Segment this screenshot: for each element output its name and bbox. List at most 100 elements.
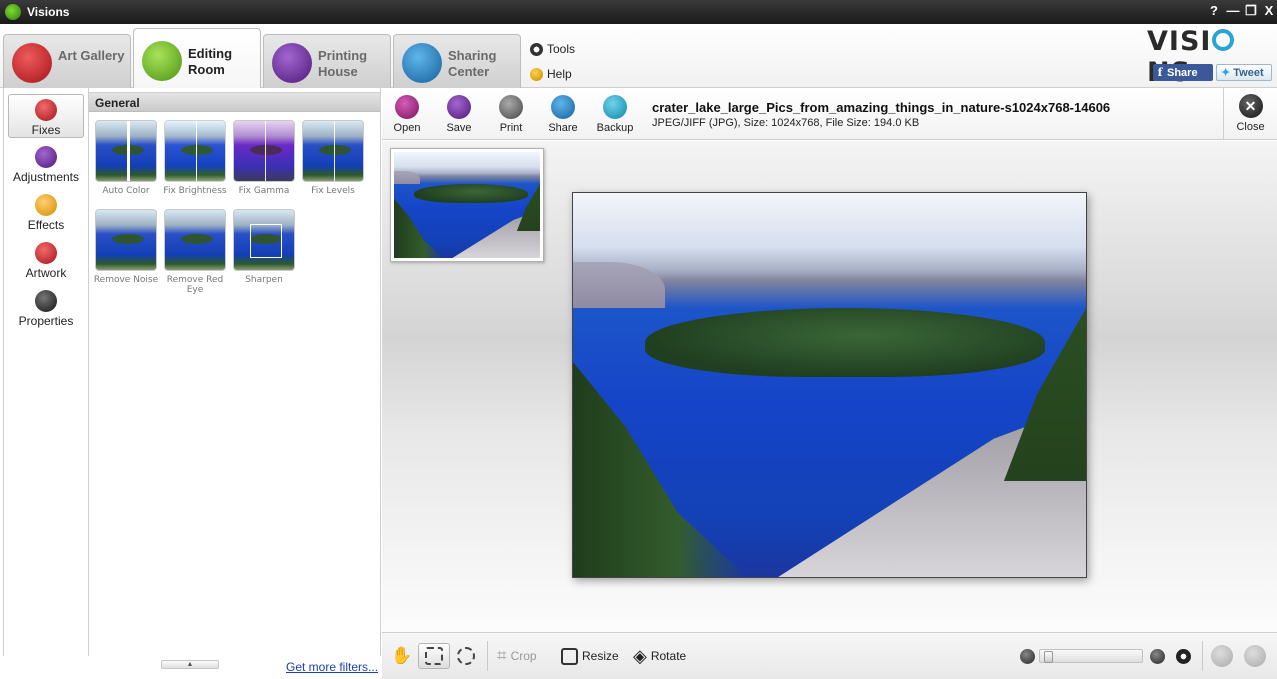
filter-thumbnail bbox=[95, 120, 157, 182]
zoom-slider-thumb[interactable] bbox=[1044, 651, 1053, 663]
save-icon bbox=[447, 95, 471, 119]
nav-adjustments[interactable]: Adjustments bbox=[8, 142, 84, 186]
filter-fix-levels[interactable]: Fix Levels bbox=[300, 120, 366, 196]
rect-select-icon bbox=[425, 647, 443, 665]
close-image-button[interactable]: ✕ Close bbox=[1223, 88, 1277, 140]
tab-sharing-center[interactable]: Sharing Center bbox=[393, 34, 521, 88]
share-icon bbox=[551, 95, 575, 119]
tweet-label: Tweet bbox=[1233, 67, 1264, 79]
fit-icon bbox=[1176, 648, 1191, 664]
undo-icon bbox=[1211, 645, 1233, 667]
share-label: Share bbox=[1167, 67, 1198, 79]
minimize-button[interactable]: — bbox=[1225, 3, 1241, 19]
filter-remove-red-eye[interactable]: Remove Red Eye bbox=[162, 209, 228, 295]
facebook-share-button[interactable]: f Share bbox=[1153, 64, 1213, 81]
tab-editing-room[interactable]: Editing Room bbox=[133, 28, 261, 89]
print-button[interactable]: Print bbox=[486, 95, 536, 134]
zoom-in-button[interactable] bbox=[1150, 643, 1165, 669]
print-label: Print bbox=[499, 122, 523, 134]
filter-thumbnail bbox=[233, 120, 295, 182]
filter-fix-gamma[interactable]: Fix Gamma bbox=[231, 120, 297, 196]
nav-label: Artwork bbox=[25, 266, 67, 280]
file-name: crater_lake_large_Pics_from_amazing_thin… bbox=[652, 100, 1111, 115]
save-label: Save bbox=[446, 122, 472, 134]
thumbnail-photo bbox=[394, 152, 540, 258]
rect-select-tool[interactable] bbox=[418, 643, 450, 669]
nav-artwork[interactable]: Artwork bbox=[8, 238, 84, 282]
toolbar-divider bbox=[487, 641, 488, 671]
sharpen-focus-box bbox=[250, 224, 282, 258]
resize-button[interactable]: Resize bbox=[561, 643, 619, 669]
crater-lake-photo bbox=[573, 193, 1086, 577]
backup-button[interactable]: Backup bbox=[590, 95, 640, 134]
restore-button[interactable]: ❐ bbox=[1243, 3, 1259, 19]
ellipse-select-icon bbox=[457, 647, 475, 665]
backup-icon bbox=[603, 95, 627, 119]
filter-thumbnail bbox=[164, 120, 226, 182]
backup-label: Backup bbox=[596, 122, 634, 134]
rotate-button[interactable]: ◈ Rotate bbox=[633, 643, 686, 669]
fit-to-window-button[interactable] bbox=[1176, 643, 1191, 669]
magic-wand-icon bbox=[35, 99, 57, 121]
ellipse-select-tool[interactable] bbox=[457, 643, 475, 669]
category-sidebar: Fixes Adjustments Effects Artwork Proper… bbox=[3, 88, 89, 656]
brush-icon bbox=[142, 41, 182, 81]
sliders-icon bbox=[35, 146, 57, 168]
title-bar: Visions ? — ❐ X bbox=[0, 0, 1277, 24]
tab-printing-house[interactable]: Printing House bbox=[263, 34, 391, 88]
crop-icon: ⌗ bbox=[497, 646, 507, 665]
filter-remove-noise[interactable]: Remove Noise bbox=[93, 209, 159, 285]
filter-label: Auto Color bbox=[102, 186, 150, 196]
filter-fix-brightness[interactable]: Fix Brightness bbox=[162, 120, 228, 196]
zoom-out-button[interactable] bbox=[1020, 643, 1035, 669]
toolbar-divider bbox=[1202, 641, 1203, 671]
nav-fixes[interactable]: Fixes bbox=[8, 94, 84, 138]
nav-label: Effects bbox=[27, 218, 65, 232]
filter-sharpen[interactable]: Sharpen bbox=[231, 209, 297, 285]
tweet-button[interactable]: ✦ Tweet bbox=[1216, 64, 1272, 81]
filter-label: Remove Red Eye bbox=[166, 275, 224, 295]
panel-scroll-toggle[interactable]: ▲ bbox=[161, 660, 219, 669]
main-photo[interactable] bbox=[572, 192, 1087, 578]
filter-label: Fix Gamma bbox=[238, 186, 290, 196]
rotate-icon: ◈ bbox=[633, 645, 647, 666]
filter-auto-color[interactable]: Auto Color bbox=[93, 120, 159, 196]
close-window-button[interactable]: X bbox=[1261, 3, 1277, 19]
nav-label: Fixes bbox=[31, 123, 61, 137]
tab-label: Art Gallery bbox=[58, 48, 125, 63]
image-thumbnail[interactable] bbox=[390, 148, 544, 262]
film-strip-icon bbox=[12, 43, 52, 83]
zoom-in-icon bbox=[1150, 648, 1165, 664]
facebook-icon: f bbox=[1157, 66, 1163, 79]
open-button[interactable]: Open bbox=[382, 95, 432, 134]
resize-label: Resize bbox=[582, 649, 619, 663]
filter-label: Remove Noise bbox=[93, 275, 159, 285]
crop-button[interactable]: ⌗ Crop bbox=[497, 643, 537, 669]
filter-thumbnail bbox=[164, 209, 226, 271]
undo-button[interactable] bbox=[1211, 643, 1233, 669]
help-window-button[interactable]: ? bbox=[1206, 3, 1222, 19]
help-label: Help bbox=[547, 67, 572, 81]
share-button[interactable]: Share bbox=[538, 95, 588, 134]
redo-button[interactable] bbox=[1244, 643, 1266, 669]
image-canvas bbox=[382, 141, 1277, 632]
save-button[interactable]: Save bbox=[434, 95, 484, 134]
printer-icon bbox=[272, 43, 312, 83]
twitter-icon: ✦ bbox=[1221, 67, 1231, 79]
help-link[interactable]: Help bbox=[530, 67, 572, 81]
get-more-filters-link[interactable]: Get more filters... bbox=[286, 660, 378, 674]
crop-label: Crop bbox=[510, 649, 537, 663]
tools-link[interactable]: Tools bbox=[530, 42, 575, 56]
tab-art-gallery[interactable]: Art Gallery bbox=[3, 34, 131, 88]
nav-label: Properties bbox=[18, 314, 74, 328]
nav-properties[interactable]: Properties bbox=[8, 286, 84, 330]
open-label: Open bbox=[393, 122, 421, 134]
lamp-icon bbox=[35, 194, 57, 216]
brand-o-icon bbox=[1212, 29, 1235, 51]
file-info: JPEG/JIFF (JPG), Size: 1024x768, File Si… bbox=[652, 117, 920, 129]
hand-tool[interactable]: ✋ bbox=[391, 643, 412, 669]
close-label: Close bbox=[1236, 121, 1265, 133]
zoom-slider[interactable] bbox=[1039, 649, 1143, 663]
nav-effects[interactable]: Effects bbox=[8, 190, 84, 234]
sync-icon bbox=[402, 43, 442, 83]
